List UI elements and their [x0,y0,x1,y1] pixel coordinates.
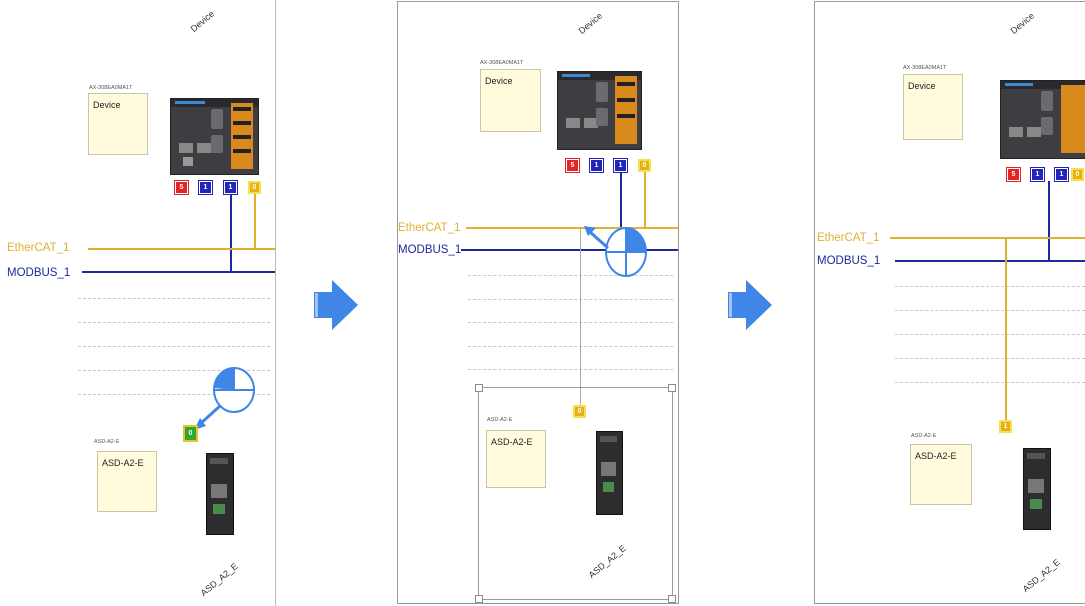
servo-port-badge[interactable]: 1 [999,420,1012,433]
diagram-panel-step-3: Device AX-308EA0MA1T Device 5 1 1 0 Ethe… [814,1,1085,604]
modbus-drop-line [1048,181,1050,262]
port-badge-blue-1[interactable]: 1 [198,180,213,195]
selection-handle[interactable] [668,384,676,392]
servo-note-box[interactable]: ASD-A2-E [486,430,546,488]
servo-drive-image[interactable] [1023,448,1051,530]
empty-bus-slot [895,334,1085,335]
empty-bus-slot [468,322,673,323]
empty-bus-slot [895,310,1085,311]
modbus-bus-line[interactable] [895,260,1085,262]
plc-note-box[interactable]: Device [480,69,541,132]
plc-note-box[interactable]: Device [903,74,963,140]
servo-model-label: ASD-A2-E [911,433,937,439]
plc-device-image[interactable] [557,71,642,150]
ethercat-bus-label: EtherCAT_1 [398,222,461,234]
servo-device-name: ASD_A2_E [1020,557,1062,594]
port-badge-red[interactable]: 5 [174,180,189,195]
step-arrow-icon [728,280,772,330]
empty-bus-slot [468,346,673,347]
diagram-panel-step-2: Device AX-308EA0MA1T Device 5 1 1 0 Ethe… [397,1,679,604]
servo-port-badge[interactable]: 0 [573,405,586,418]
servo-note-box[interactable]: ASD-A2-E [910,444,972,505]
port-badge-blue-2[interactable]: 1 [613,158,628,173]
servo-note-text: ASD-A2-E [491,437,533,447]
port-badge-yellow[interactable]: 0 [1071,168,1084,181]
port-badge-blue-2[interactable]: 1 [1054,167,1069,182]
plc-note-text: Device [908,81,936,91]
plc-device-name: Device [188,8,217,34]
servo-note-text: ASD-A2-E [915,451,957,461]
modbus-drop-line [230,194,232,272]
empty-bus-slot [895,358,1085,359]
servo-port-badge[interactable]: 0 [183,425,198,442]
servo-model-label: ASD-A2-E [487,417,513,423]
selection-handle[interactable] [475,384,483,392]
modbus-bus-label: MODBUS_1 [817,255,881,267]
mouse-cursor-icon [584,226,647,277]
servo-device-name: ASD_A2_E [198,561,240,598]
plc-note-box[interactable]: Device [88,93,148,155]
port-badge-blue-1[interactable]: 1 [589,158,604,173]
port-badge-red[interactable]: 5 [565,158,580,173]
port-badge-red[interactable]: 5 [1006,167,1021,182]
ethercat-bus-label: EtherCAT_1 [7,242,70,254]
step-arrow-icon [314,280,358,330]
plc-device-name: Device [1008,10,1037,36]
servo-ethercat-connection[interactable] [1005,237,1007,422]
ethercat-bus-label: EtherCAT_1 [817,232,880,244]
empty-bus-slot [78,298,270,299]
servo-model-label: ASD-A2-E [94,439,120,445]
plc-device-image[interactable] [170,98,259,175]
servo-drive-image[interactable] [206,453,234,535]
empty-bus-slot [895,382,1085,383]
plc-model-label: AX-308EA0MA1T [480,60,524,66]
plc-note-text: Device [485,76,513,86]
modbus-bus-line[interactable] [82,271,275,273]
port-badge-yellow[interactable]: 0 [248,181,261,194]
servo-drive-image[interactable] [596,431,623,515]
ethercat-bus-line[interactable] [890,237,1085,239]
ethercat-bus-line[interactable] [88,248,275,250]
drag-connection-line [580,229,581,405]
empty-bus-slot [78,322,270,323]
port-badge-yellow[interactable]: 0 [638,159,651,172]
selection-handle[interactable] [668,595,676,603]
empty-bus-slot [78,346,270,347]
empty-bus-slot [895,286,1085,287]
plc-note-text: Device [93,100,121,110]
ethercat-drop-line [254,194,256,248]
modbus-bus-label: MODBUS_1 [7,267,71,279]
servo-note-box[interactable]: ASD-A2-E [97,451,157,512]
plc-device-image[interactable] [1000,80,1085,159]
plc-device-name: Device [576,10,605,36]
modbus-bus-label: MODBUS_1 [398,244,462,256]
port-badge-blue-1[interactable]: 1 [1030,167,1045,182]
diagram-panel-step-1: Device AX-308EA0MA1T Device 5 1 1 0 Ethe… [0,0,276,606]
selection-handle[interactable] [475,595,483,603]
empty-bus-slot [468,299,673,300]
plc-model-label: AX-308EA0MA1T [903,65,947,71]
empty-bus-slot [468,369,673,370]
mouse-cursor-icon [194,367,255,430]
plc-model-label: AX-308EA0MA1T [89,85,133,91]
port-badge-blue-2[interactable]: 1 [223,180,238,195]
servo-note-text: ASD-A2-E [102,458,144,468]
